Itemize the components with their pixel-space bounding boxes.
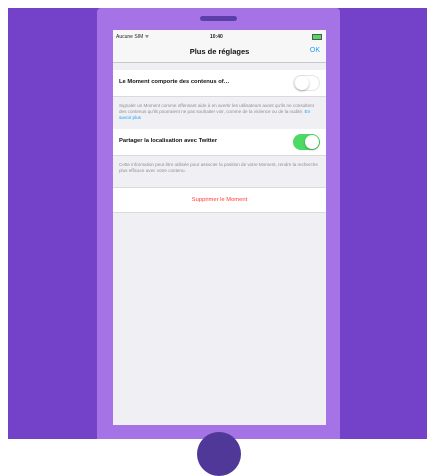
sensitive-content-description: Signaler un Moment comme offensant aide … (113, 97, 326, 129)
toggle-knob (295, 76, 309, 90)
status-bar: Aucune SIM ᯤ 10:40 (113, 30, 326, 43)
battery-icon (312, 34, 323, 40)
toggle-knob (305, 135, 319, 149)
sensitive-content-label: Le Moment comporte des contenus of… (119, 79, 230, 85)
phone-frame: Aucune SIM ᯤ 10:40 Plus de réglages OK L… (97, 8, 340, 476)
page-title: Plus de réglages (189, 47, 250, 56)
delete-moment-label: Supprimer le Moment (191, 197, 248, 203)
share-location-row[interactable]: Partager la localisation avec Twitter (113, 129, 326, 156)
share-location-toggle[interactable] (293, 134, 320, 150)
share-location-description: Cette information peut être utilisée pou… (119, 162, 318, 173)
carrier-label: Aucune SIM ᯤ (116, 34, 150, 40)
status-time: 10:40 (210, 34, 223, 40)
ok-button[interactable]: OK (310, 47, 320, 54)
delete-moment-button[interactable]: Supprimer le Moment (113, 187, 326, 213)
navigation-bar: Plus de réglages OK (113, 43, 326, 63)
phone-speaker (200, 16, 237, 21)
sensitive-content-row[interactable]: Le Moment comporte des contenus of… (113, 70, 326, 97)
sensitive-content-toggle[interactable] (293, 75, 320, 91)
phone-screen: Aucune SIM ᯤ 10:40 Plus de réglages OK L… (113, 30, 326, 425)
sensitive-description-text: Signaler un Moment comme offensant aide … (119, 103, 314, 114)
share-location-label: Partager la localisation avec Twitter (119, 138, 218, 144)
